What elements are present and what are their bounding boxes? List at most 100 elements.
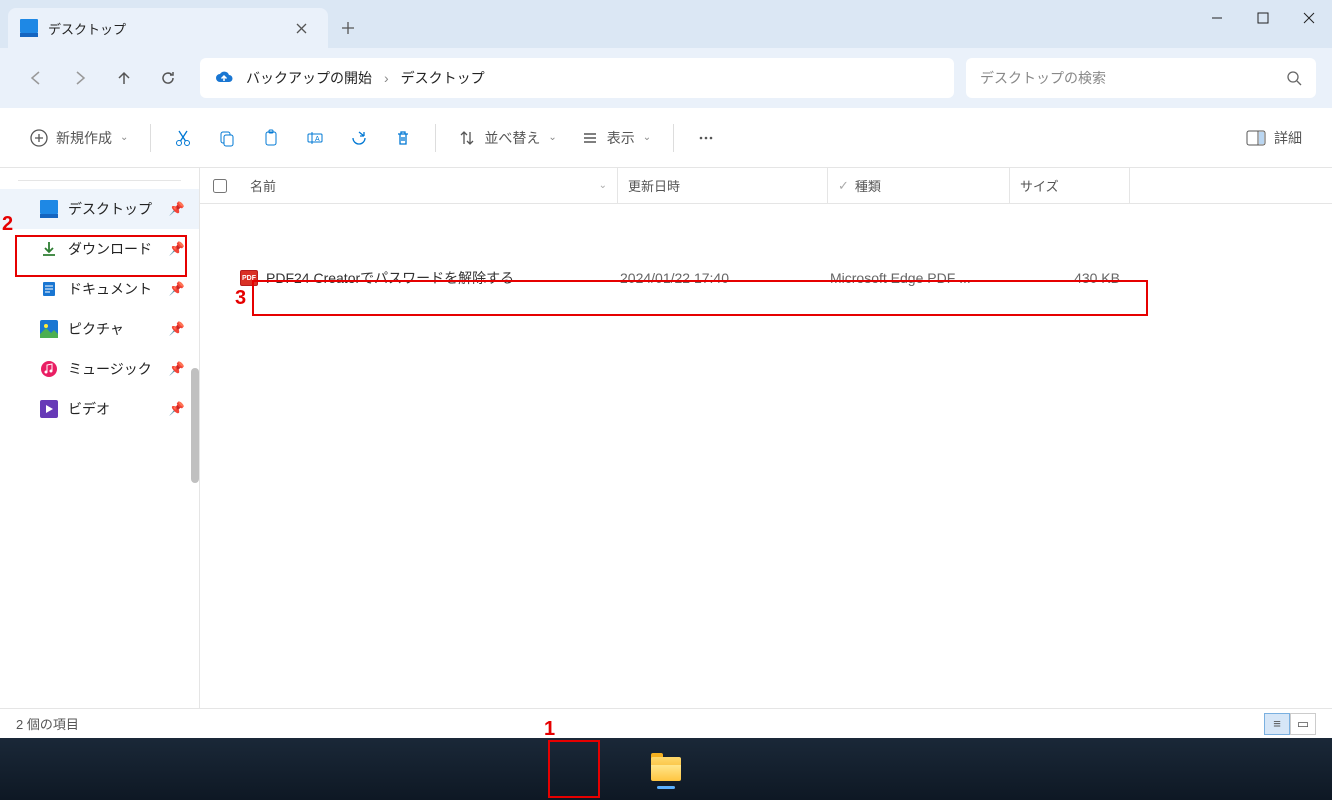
back-button[interactable] bbox=[16, 58, 56, 98]
taskbar-item-blurred bbox=[444, 747, 488, 791]
breadcrumb-location[interactable]: デスクトップ bbox=[401, 68, 485, 88]
details-label: 詳細 bbox=[1274, 128, 1302, 148]
column-name[interactable]: 名前⌄ bbox=[240, 168, 618, 203]
annotation-number-1: 1 bbox=[544, 718, 555, 741]
pin-icon[interactable]: 📌 bbox=[169, 361, 185, 377]
more-button[interactable] bbox=[686, 120, 726, 156]
sidebar-item-music[interactable]: ミュージック 📌 bbox=[0, 349, 199, 389]
separator bbox=[150, 124, 151, 152]
chevron-down-icon: ⌄ bbox=[548, 132, 556, 143]
view-label: 表示 bbox=[607, 128, 635, 148]
file-date: 2024/01/22 17:40 bbox=[620, 270, 830, 286]
file-row[interactable]: PDF PDF24 Creatorでパスワードを解除する 2024/01/22 … bbox=[200, 260, 1332, 296]
new-tab-button[interactable] bbox=[328, 8, 368, 48]
taskbar-item-blurred bbox=[594, 747, 638, 791]
annotation-number-3: 3 bbox=[235, 287, 246, 310]
details-view-button[interactable]: ≡ bbox=[1264, 713, 1290, 735]
pin-icon[interactable]: 📌 bbox=[169, 321, 185, 337]
column-size[interactable]: サイズ bbox=[1010, 168, 1130, 203]
taskbar-item-blurred bbox=[294, 747, 338, 791]
desktop-icon bbox=[40, 200, 58, 218]
toolbar: 新規作成 ⌄ A 並べ替え ⌄ 表示 ⌄ 詳細 bbox=[0, 108, 1332, 168]
search-box[interactable] bbox=[966, 58, 1316, 98]
breadcrumb-backup[interactable]: バックアップの開始 bbox=[246, 68, 372, 88]
taskbar-item-blurred bbox=[944, 747, 988, 791]
music-icon bbox=[40, 360, 58, 378]
chevron-right-icon: › bbox=[384, 70, 389, 86]
taskbar-item-blurred bbox=[544, 747, 588, 791]
select-all-checkbox[interactable] bbox=[200, 168, 240, 203]
close-window-button[interactable] bbox=[1286, 0, 1332, 36]
tab-title: デスクトップ bbox=[48, 19, 286, 38]
status-bar: 2 個の項目 ≡ ▭ bbox=[0, 708, 1332, 738]
taskbar-item-blurred bbox=[694, 747, 738, 791]
close-tab-button[interactable] bbox=[286, 13, 316, 43]
sidebar-divider bbox=[18, 180, 181, 181]
taskbar-item-blurred bbox=[494, 747, 538, 791]
taskbar-explorer[interactable] bbox=[644, 747, 688, 791]
delete-button[interactable] bbox=[383, 120, 423, 156]
file-name: PDF24 Creatorでパスワードを解除する bbox=[266, 268, 514, 288]
sidebar-item-desktop[interactable]: デスクトップ 📌 bbox=[0, 189, 199, 229]
new-button[interactable]: 新規作成 ⌄ bbox=[20, 120, 138, 156]
view-mode-toggle: ≡ ▭ bbox=[1264, 713, 1316, 735]
tab-desktop[interactable]: デスクトップ bbox=[8, 8, 328, 48]
column-headers: 名前⌄ 更新日時 ✓種類 サイズ bbox=[200, 168, 1332, 204]
column-type[interactable]: ✓種類 bbox=[828, 168, 1010, 203]
folder-icon bbox=[651, 757, 681, 781]
titlebar: デスクトップ bbox=[0, 0, 1332, 48]
taskbar-item-blurred bbox=[844, 747, 888, 791]
sidebar-item-pictures[interactable]: ピクチャ 📌 bbox=[0, 309, 199, 349]
separator bbox=[673, 124, 674, 152]
desktop-icon bbox=[20, 19, 38, 37]
taskbar-item-blurred bbox=[394, 747, 438, 791]
chevron-down-icon: ⌄ bbox=[643, 132, 651, 143]
taskbar bbox=[0, 738, 1332, 800]
search-icon bbox=[1286, 70, 1302, 86]
sidebar-label: ミュージック bbox=[68, 359, 152, 379]
sidebar: デスクトップ 📌 ダウンロード 📌 ドキュメント 📌 ピクチャ 📌 ミュージック… bbox=[0, 168, 200, 738]
forward-button[interactable] bbox=[60, 58, 100, 98]
download-icon bbox=[40, 240, 58, 258]
sort-label: 並べ替え bbox=[484, 128, 540, 148]
file-list-area: 名前⌄ 更新日時 ✓種類 サイズ PDF PDF24 Creatorでパスワード… bbox=[200, 168, 1332, 738]
sidebar-item-downloads[interactable]: ダウンロード 📌 bbox=[0, 229, 199, 269]
file-type: Microsoft Edge PDF ... bbox=[830, 270, 1012, 286]
share-button[interactable] bbox=[339, 120, 379, 156]
annotation-number-2: 2 bbox=[2, 213, 13, 236]
sidebar-label: デスクトップ bbox=[68, 199, 152, 219]
up-button[interactable] bbox=[104, 58, 144, 98]
sidebar-label: ダウンロード bbox=[68, 239, 152, 259]
separator bbox=[435, 124, 436, 152]
pin-icon[interactable]: 📌 bbox=[169, 241, 185, 257]
minimize-button[interactable] bbox=[1194, 0, 1240, 36]
pictures-icon bbox=[40, 320, 58, 338]
new-label: 新規作成 bbox=[56, 128, 112, 148]
svg-text:A: A bbox=[315, 136, 320, 143]
active-indicator bbox=[657, 786, 675, 789]
sort-button[interactable]: 並べ替え ⌄ bbox=[448, 120, 566, 156]
maximize-button[interactable] bbox=[1240, 0, 1286, 36]
chevron-down-icon: ⌄ bbox=[120, 132, 128, 143]
column-date[interactable]: 更新日時 bbox=[618, 168, 828, 203]
paste-button[interactable] bbox=[251, 120, 291, 156]
sidebar-item-documents[interactable]: ドキュメント 📌 bbox=[0, 269, 199, 309]
document-icon bbox=[40, 280, 58, 298]
cut-button[interactable] bbox=[163, 120, 203, 156]
taskbar-item-blurred bbox=[794, 747, 838, 791]
address-bar[interactable]: バックアップの開始 › デスクトップ bbox=[200, 58, 954, 98]
scrollbar-thumb[interactable] bbox=[191, 368, 199, 483]
search-input[interactable] bbox=[980, 70, 1286, 86]
taskbar-item-blurred bbox=[894, 747, 938, 791]
copy-button[interactable] bbox=[207, 120, 247, 156]
file-size: 430 KB bbox=[1012, 270, 1132, 286]
pin-icon[interactable]: 📌 bbox=[169, 281, 185, 297]
refresh-button[interactable] bbox=[148, 58, 188, 98]
view-button[interactable]: 表示 ⌄ bbox=[571, 120, 661, 156]
rename-button[interactable]: A bbox=[295, 120, 335, 156]
thumbnail-view-button[interactable]: ▭ bbox=[1290, 713, 1316, 735]
details-pane-button[interactable]: 詳細 bbox=[1236, 120, 1312, 156]
sidebar-blurred-area bbox=[10, 403, 180, 463]
item-count: 2 個の項目 bbox=[16, 714, 79, 733]
pin-icon[interactable]: 📌 bbox=[169, 201, 185, 217]
